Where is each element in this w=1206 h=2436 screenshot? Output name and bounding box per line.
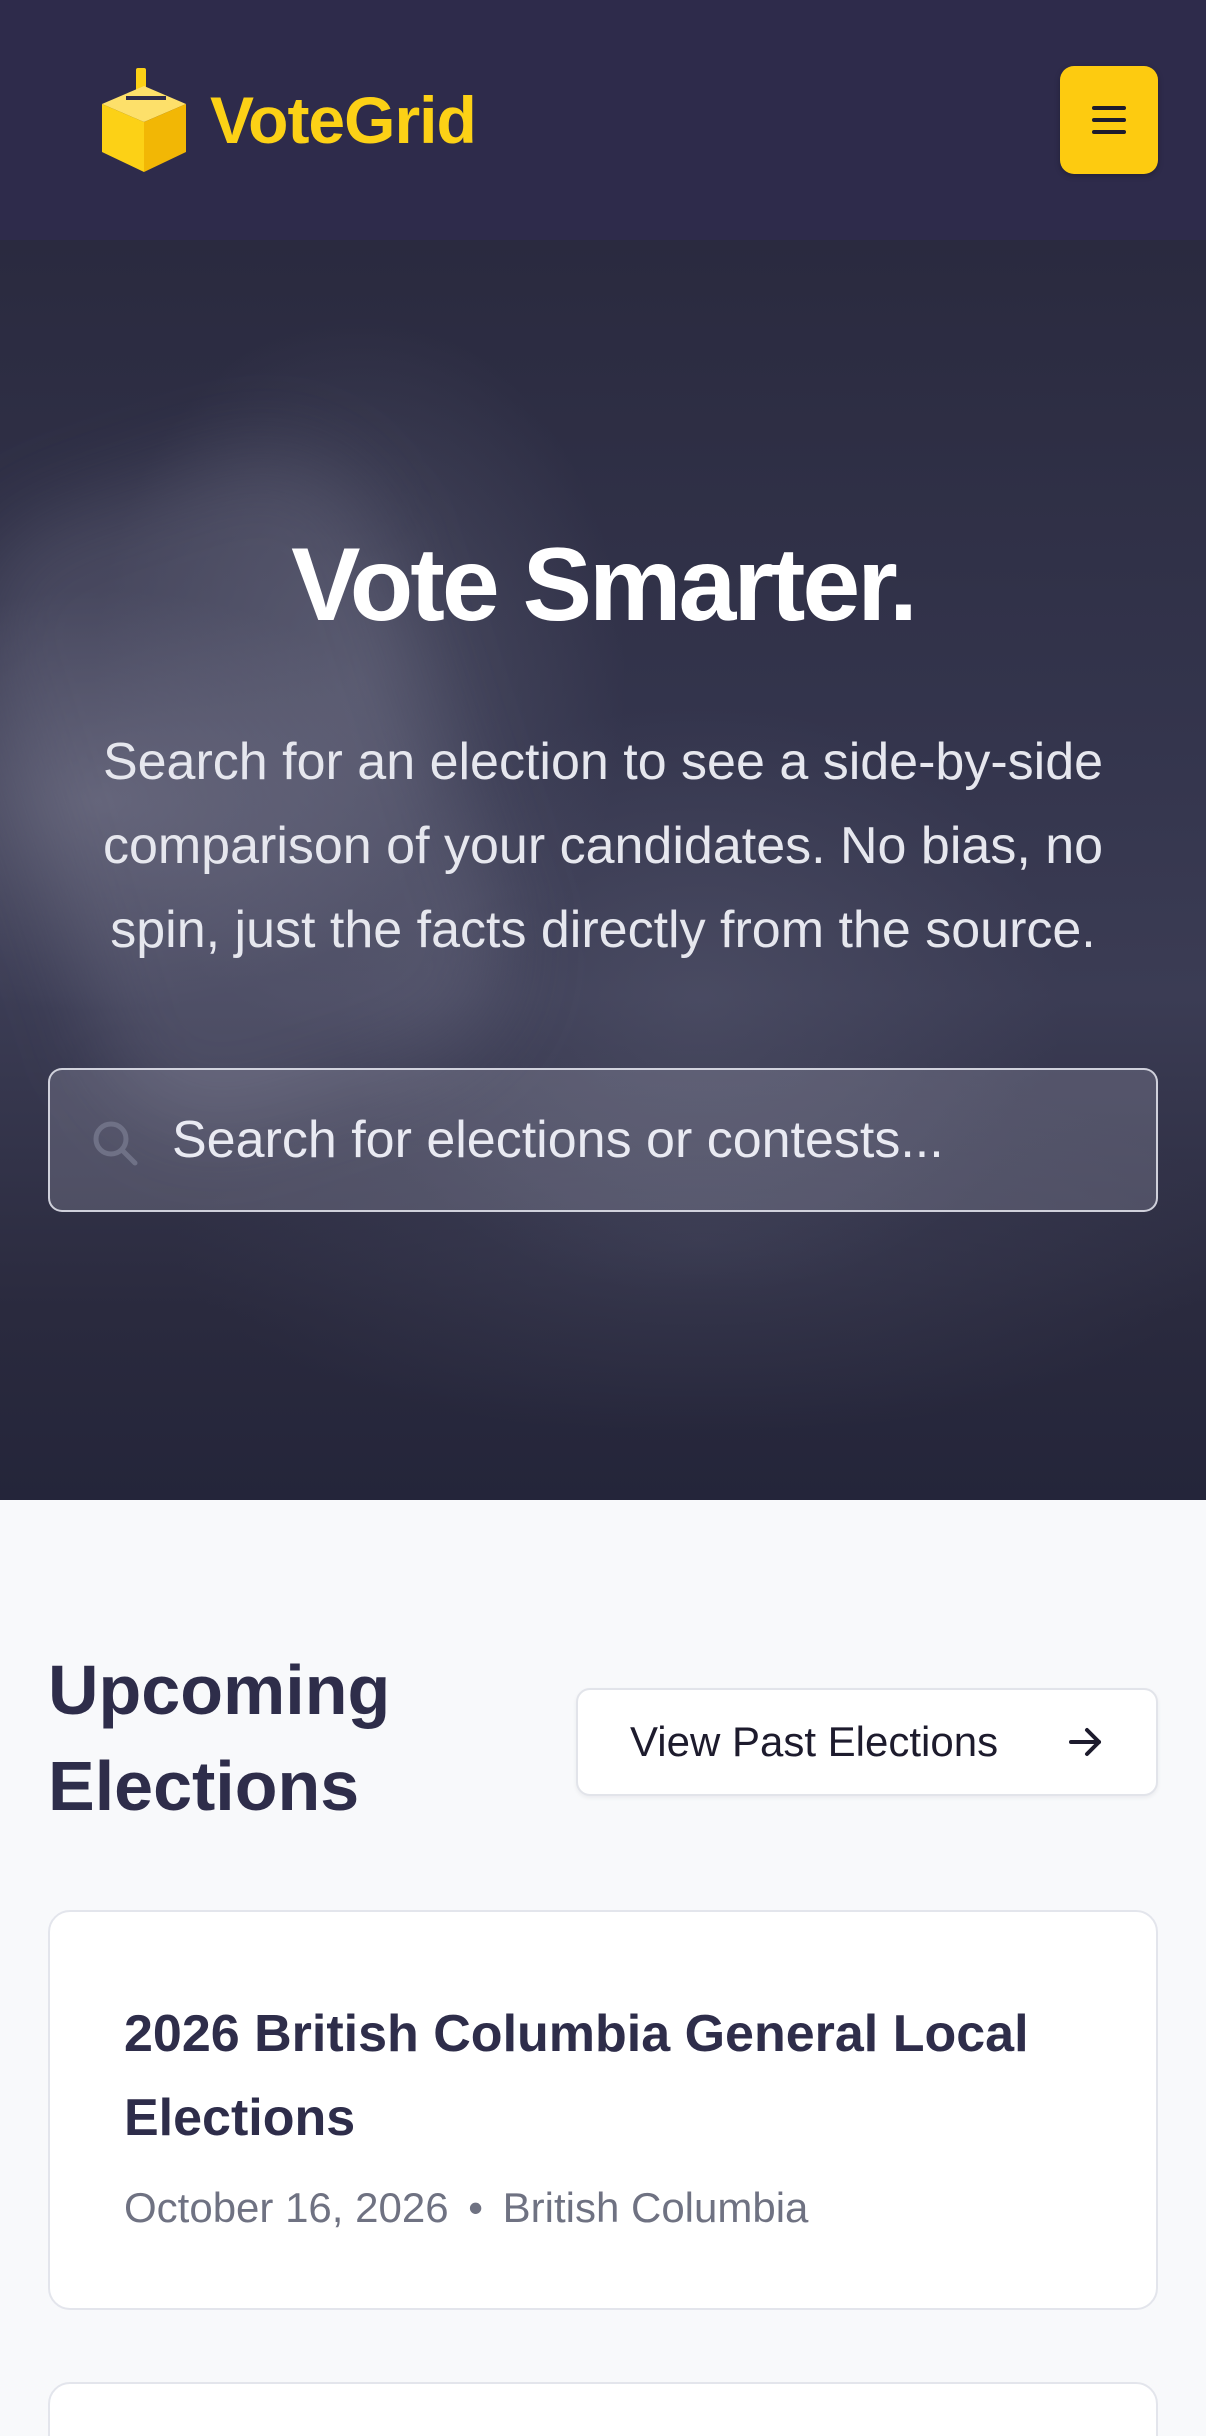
hero-title: Vote Smarter.: [291, 527, 918, 643]
page: VoteGrid Vote Smarter. Search for an ele…: [0, 0, 1206, 2436]
hero-section: Vote Smarter. Search for an election to …: [0, 240, 1206, 1500]
view-past-elections-label: View Past Elections: [630, 1718, 999, 1765]
election-meta: October 16, 2026 • British Columbia: [124, 2180, 1104, 2236]
search-input[interactable]: [172, 1070, 1132, 1210]
search-box[interactable]: [48, 1068, 1158, 1212]
election-card[interactable]: 2026 British Columbia General Local Elec…: [48, 1910, 1158, 2310]
meta-separator: •: [468, 2184, 483, 2231]
ballot-box-icon: [102, 68, 186, 172]
view-past-elections-button[interactable]: View Past Elections: [576, 1688, 1158, 1796]
election-region: British Columbia: [502, 2184, 809, 2231]
brand-name: VoteGrid: [210, 83, 477, 157]
brand-logo-link[interactable]: VoteGrid: [92, 64, 477, 176]
election-card[interactable]: [48, 2382, 1158, 2436]
election-date: October 16, 2026: [124, 2184, 449, 2231]
hero-subtitle: Search for an election to see a side-by-…: [102, 733, 1104, 959]
section-title-upcoming: Upcoming Elections: [48, 1651, 391, 1825]
search-icon: [93, 1121, 138, 1166]
top-nav-bar: VoteGrid: [0, 0, 1206, 240]
election-title: 2026 British Columbia General Local Elec…: [124, 2005, 1029, 2147]
menu-button[interactable]: [1060, 66, 1158, 174]
hamburger-menu-icon: [1092, 106, 1126, 134]
arrow-right-icon: [1069, 1728, 1101, 1756]
